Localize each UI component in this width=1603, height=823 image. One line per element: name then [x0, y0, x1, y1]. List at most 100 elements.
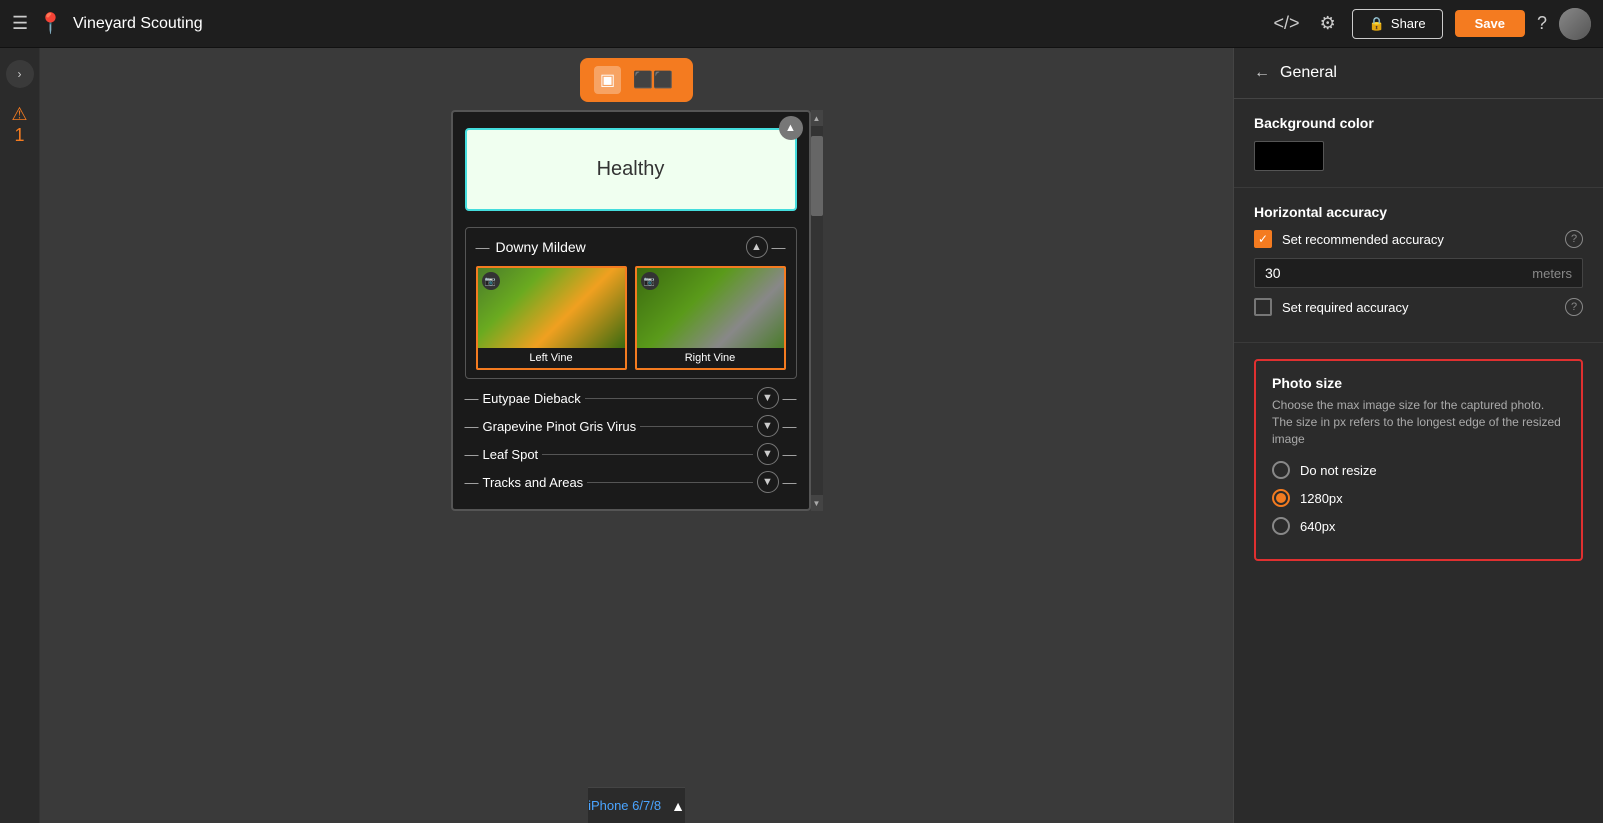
radio-640-row: 640px — [1272, 517, 1565, 535]
camera-icon-left: 📷 — [482, 272, 500, 290]
scroll-up-button[interactable]: ▲ — [779, 116, 803, 140]
section-dash: — — [476, 239, 490, 255]
radio-1280-inner — [1276, 493, 1286, 503]
scrollbar-thumb[interactable] — [811, 136, 823, 216]
radio-640[interactable] — [1272, 517, 1290, 535]
photo-item-left[interactable]: 📷 Left Vine — [476, 266, 627, 370]
bg-color-swatch[interactable] — [1254, 141, 1324, 171]
device-name: iPhone 6/7/8 — [588, 798, 661, 813]
toggle-sidebar-button[interactable]: › — [6, 60, 34, 88]
right-panel: ← General Background color Horizontal ac… — [1233, 48, 1603, 823]
grapevine-collapse-button[interactable]: ▼ — [757, 415, 779, 437]
photo-thumb-right: 📷 — [637, 268, 784, 348]
radio-1280-label: 1280px — [1300, 491, 1343, 506]
required-help-icon[interactable]: ? — [1565, 298, 1583, 316]
panel-header: ← General — [1234, 48, 1603, 99]
radio-640-label: 640px — [1300, 519, 1335, 534]
downy-mildew-title: Downy Mildew — [496, 239, 586, 255]
single-view-icon: ▣ — [600, 70, 615, 90]
eutypae-section: — Eutypae Dieback ▼ — — [465, 387, 797, 409]
back-button[interactable]: ← — [1254, 64, 1270, 82]
photo-size-wrapper: Photo size Choose the max image size for… — [1234, 343, 1603, 593]
settings-icon-button[interactable]: ⚙ — [1316, 9, 1340, 38]
downy-mildew-section: — Downy Mildew ▲ — — [465, 227, 797, 379]
scroll-down-arrow[interactable]: ▼ — [811, 495, 823, 511]
left-vine-label: Left Vine — [478, 348, 625, 368]
device-arrow-up[interactable]: ▲ — [671, 798, 685, 814]
left-sidebar: › ⚠ 1 — [0, 48, 40, 823]
save-button[interactable]: Save — [1455, 10, 1525, 37]
photo-thumb-left: 📷 — [478, 268, 625, 348]
warning-icon: ⚠ — [11, 104, 27, 125]
scroll-up-arrow[interactable]: ▲ — [811, 110, 823, 126]
leafspot-section: — Leaf Spot ▼ — — [465, 443, 797, 465]
eutypae-title: Eutypae Dieback — [483, 391, 581, 406]
warning-count: 1 — [14, 125, 24, 146]
bg-color-section: Background color — [1234, 99, 1603, 188]
eutypae-collapse-button[interactable]: ▼ — [757, 387, 779, 409]
phone-container: ▣ ⬛⬛ ▲ Healthy — [451, 58, 823, 787]
topnav: ☰ 📍 Vineyard Scouting </> ⚙ 🔒 Share Save… — [0, 0, 1603, 48]
share-button[interactable]: 🔒 Share — [1352, 9, 1443, 39]
radio-1280-row: 1280px — [1272, 489, 1565, 507]
section-title-row: — Downy Mildew — [476, 239, 586, 255]
radio-no-resize[interactable] — [1272, 461, 1290, 479]
tracks-title: Tracks and Areas — [483, 475, 584, 490]
grapevine-line — [640, 426, 752, 427]
accuracy-value[interactable]: 30 — [1265, 265, 1532, 281]
avatar[interactable] — [1559, 8, 1591, 40]
main-area: › ⚠ 1 ▣ ⬛⬛ ▲ — [0, 48, 1603, 823]
checkmark-icon: ✓ — [1258, 232, 1268, 246]
photo-size-section: Photo size Choose the max image size for… — [1254, 359, 1583, 561]
lock-icon: 🔒 — [1369, 16, 1385, 32]
app-title: Vineyard Scouting — [73, 15, 203, 33]
device-selector: iPhone 6/7/8 ▲ — [588, 787, 685, 823]
required-accuracy-checkbox[interactable] — [1254, 298, 1272, 316]
recommended-accuracy-checkbox[interactable]: ✓ — [1254, 230, 1272, 248]
hamburger-icon[interactable]: ☰ — [12, 13, 28, 34]
photo-item-right[interactable]: 📷 Right Vine — [635, 266, 786, 370]
topnav-right: </> ⚙ 🔒 Share Save ? — [1270, 8, 1591, 40]
grapevine-section: — Grapevine Pinot Gris Virus ▼ — — [465, 415, 797, 437]
single-view-button[interactable]: ▣ — [594, 66, 621, 94]
healthy-label: Healthy — [597, 158, 665, 181]
radio-no-resize-label: Do not resize — [1300, 463, 1377, 478]
view-toggle: ▣ ⬛⬛ — [580, 58, 693, 102]
leafspot-line — [542, 454, 752, 455]
right-vine-label: Right Vine — [637, 348, 784, 368]
recommended-accuracy-row: ✓ Set recommended accuracy ? — [1254, 230, 1583, 248]
healthy-card: Healthy — [465, 128, 797, 211]
phone-frame: ▲ Healthy — Downy Mildew — [451, 110, 811, 511]
required-accuracy-row: Set required accuracy ? — [1254, 298, 1583, 316]
scrollbar-track — [811, 126, 823, 495]
canvas-area: ▣ ⬛⬛ ▲ Healthy — [40, 48, 1233, 823]
double-view-icon: ⬛⬛ — [633, 70, 673, 90]
bg-color-label: Background color — [1254, 115, 1583, 131]
recommended-help-icon[interactable]: ? — [1565, 230, 1583, 248]
grapevine-title: Grapevine Pinot Gris Virus — [483, 419, 637, 434]
section-collapse-button[interactable]: ▲ — [746, 236, 768, 258]
required-accuracy-label: Set required accuracy — [1282, 300, 1555, 315]
radio-no-resize-row: Do not resize — [1272, 461, 1565, 479]
eutypae-line — [585, 398, 753, 399]
pin-icon: 📍 — [38, 11, 63, 36]
help-button[interactable]: ? — [1537, 13, 1547, 34]
camera-icon-right: 📷 — [641, 272, 659, 290]
panel-title: General — [1280, 64, 1337, 82]
section-end-dash: — — [772, 239, 786, 255]
horiz-accuracy-section: Horizontal accuracy ✓ Set recommended ac… — [1234, 188, 1603, 343]
photo-grid: 📷 Left Vine 📷 Right Vine — [476, 266, 786, 370]
leafspot-collapse-button[interactable]: ▼ — [757, 443, 779, 465]
canvas-scrollbar[interactable]: ▲ ▼ — [811, 110, 823, 511]
tracks-section: — Tracks and Areas ▼ — — [465, 471, 797, 493]
photo-size-label: Photo size — [1272, 375, 1565, 391]
warning-badge[interactable]: ⚠ 1 — [11, 104, 27, 146]
horiz-accuracy-label: Horizontal accuracy — [1254, 204, 1583, 220]
radio-1280[interactable] — [1272, 489, 1290, 507]
tracks-collapse-button[interactable]: ▼ — [757, 471, 779, 493]
code-icon-button[interactable]: </> — [1270, 9, 1304, 38]
section-header: — Downy Mildew ▲ — — [476, 236, 786, 258]
topnav-left: ☰ 📍 Vineyard Scouting — [12, 11, 203, 36]
double-view-button[interactable]: ⬛⬛ — [627, 66, 679, 94]
accuracy-input-row: 30 meters — [1254, 258, 1583, 288]
